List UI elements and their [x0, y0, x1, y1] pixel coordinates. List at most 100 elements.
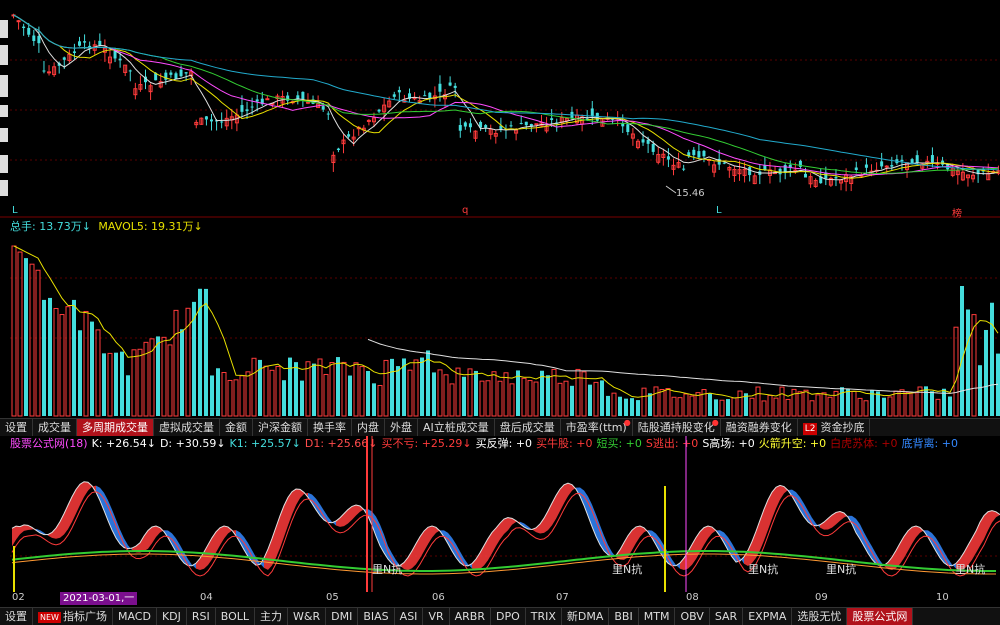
volume-bar: [533, 381, 539, 417]
volume-bar: [420, 357, 424, 416]
tab-label: KDJ: [161, 610, 181, 623]
indicator-tab-17[interactable]: MTM: [639, 608, 676, 625]
indicator-tab-10[interactable]: ASI: [395, 608, 424, 625]
volume-bar: [245, 371, 251, 417]
tab-label: 选股无忧: [797, 610, 842, 623]
kd-band: [220, 526, 224, 546]
volume-bar: [497, 380, 503, 417]
candle-body: [930, 155, 934, 163]
volume-bar: [557, 382, 563, 417]
volume-bar: [65, 306, 71, 417]
tab-label: 换手率: [313, 421, 346, 434]
volume-bars-chart[interactable]: [0, 218, 1000, 418]
kd-band: [636, 526, 640, 543]
volume-tab-3[interactable]: 虚拟成交量: [154, 419, 220, 436]
moving-average-line: [13, 14, 999, 174]
volume-tab-9[interactable]: AI立桩成交量: [418, 419, 495, 436]
volume-tab-4[interactable]: 金额: [220, 419, 253, 436]
candle-body: [245, 109, 249, 112]
volume-bar: [467, 368, 473, 417]
kd-band: [704, 526, 708, 545]
volume-tab-8[interactable]: 外盘: [385, 419, 418, 436]
tab-label: 资金抄底: [820, 421, 865, 434]
volume-tab-7[interactable]: 内盘: [352, 419, 385, 436]
volume-tab-6[interactable]: 换手率: [308, 419, 352, 436]
candle-body: [423, 95, 427, 97]
indicator-tab-5[interactable]: BOLL: [216, 608, 256, 625]
indicator-tab-21[interactable]: 选股无忧: [792, 608, 848, 625]
indicator-tab-20[interactable]: EXPMA: [743, 608, 793, 625]
candle-body: [37, 35, 41, 44]
indicator-chart-panel[interactable]: 里N抗 里N抗 里N抗 里N抗 里N抗: [0, 436, 1000, 592]
indicator-tab-8[interactable]: DMI: [326, 608, 359, 625]
volume-bar: [905, 391, 911, 417]
volume-bar: [275, 365, 281, 417]
candle-body: [412, 97, 417, 100]
indicator-tab-7[interactable]: W&R: [288, 608, 327, 625]
candle-body: [458, 125, 462, 131]
volume-bar: [251, 357, 257, 417]
volume-tab-2[interactable]: 多周期成交量: [77, 419, 154, 436]
tab-label: 融资融券变化: [725, 421, 792, 434]
volume-chart-panel[interactable]: [0, 218, 1000, 418]
tab-label: ASI: [399, 610, 418, 623]
indicator-tab-2[interactable]: MACD: [113, 608, 157, 625]
tab-label: DMI: [331, 610, 353, 623]
indicator-tab-15[interactable]: 新DMA: [562, 608, 610, 625]
tab-label: MACD: [117, 610, 151, 623]
price-chart-panel[interactable]: 15.46 L q L 榜: [0, 0, 1000, 220]
indicator-tab-1[interactable]: NEW 指标广场: [33, 608, 113, 625]
indicator-tab-14[interactable]: TRIX: [526, 608, 562, 625]
indicator-tab-4[interactable]: RSI: [187, 608, 216, 625]
volume-tab-0[interactable]: 设置: [0, 419, 33, 436]
month-tick: 07: [556, 592, 569, 603]
volume-bar: [413, 359, 419, 417]
candle-body: [438, 83, 442, 92]
kd-band: [672, 559, 676, 566]
indicator-tab-16[interactable]: BBI: [609, 608, 639, 625]
candle-body: [240, 105, 244, 112]
kdj-formula-chart[interactable]: 里N抗 里N抗 里N抗 里N抗 里N抗: [0, 436, 1000, 592]
volume-bar: [210, 375, 214, 416]
volume-bar: [851, 390, 857, 417]
volume-bar: [317, 358, 323, 417]
volume-bar: [797, 391, 803, 417]
indicator-tabs: 设置 NEW 指标广场 MACD KDJ RSI BOLL 主力 W&R DMI BIAS ASI VR…: [0, 607, 1000, 625]
volume-tab-1[interactable]: 成交量: [33, 419, 77, 436]
candle-body: [524, 121, 528, 126]
indicator-tab-18[interactable]: OBV: [675, 608, 710, 625]
candle-body: [666, 156, 670, 160]
indicator-tab-0[interactable]: 设置: [0, 608, 33, 625]
indicator-tab-6[interactable]: 主力: [255, 608, 289, 625]
volume-tab-14[interactable]: L2 资金抄底: [798, 419, 871, 436]
candlestick-chart[interactable]: [0, 0, 1000, 218]
indicator-tab-3[interactable]: KDJ: [157, 608, 187, 625]
kd-band: [564, 483, 568, 504]
volume-bar: [960, 286, 964, 416]
candle-body: [692, 149, 696, 156]
volume-bar: [167, 344, 173, 417]
indicator-tab-19[interactable]: SAR: [710, 608, 744, 625]
candle-body: [128, 70, 132, 72]
indicator-tab-13[interactable]: DPO: [491, 608, 526, 625]
volume-bar: [846, 388, 850, 416]
indicator-tab-22[interactable]: 股票公式网: [847, 608, 914, 625]
volume-tab-13[interactable]: 融资融券变化: [721, 419, 798, 436]
volume-bar: [341, 361, 347, 417]
indicator-tab-11[interactable]: VR: [423, 608, 450, 625]
candle-body: [204, 116, 208, 120]
candle-body: [854, 167, 858, 171]
volume-bar: [294, 362, 298, 416]
candle-body: [72, 51, 76, 53]
volume-tab-11[interactable]: 市盈率(ttm) ●: [561, 419, 633, 436]
volume-tab-12[interactable]: 陆股通持股变化 ●: [633, 419, 721, 436]
volume-tab-10[interactable]: 盘后成交量: [495, 419, 561, 436]
indicator-tab-9[interactable]: BIAS: [358, 608, 395, 625]
kd-band: [428, 526, 432, 545]
volume-bar: [665, 388, 671, 417]
volume-bar: [653, 386, 659, 417]
candle-body: [900, 159, 904, 162]
volume-bar: [761, 400, 767, 417]
volume-tab-5[interactable]: 沪深金额: [253, 419, 308, 436]
indicator-tab-12[interactable]: ARBR: [450, 608, 491, 625]
